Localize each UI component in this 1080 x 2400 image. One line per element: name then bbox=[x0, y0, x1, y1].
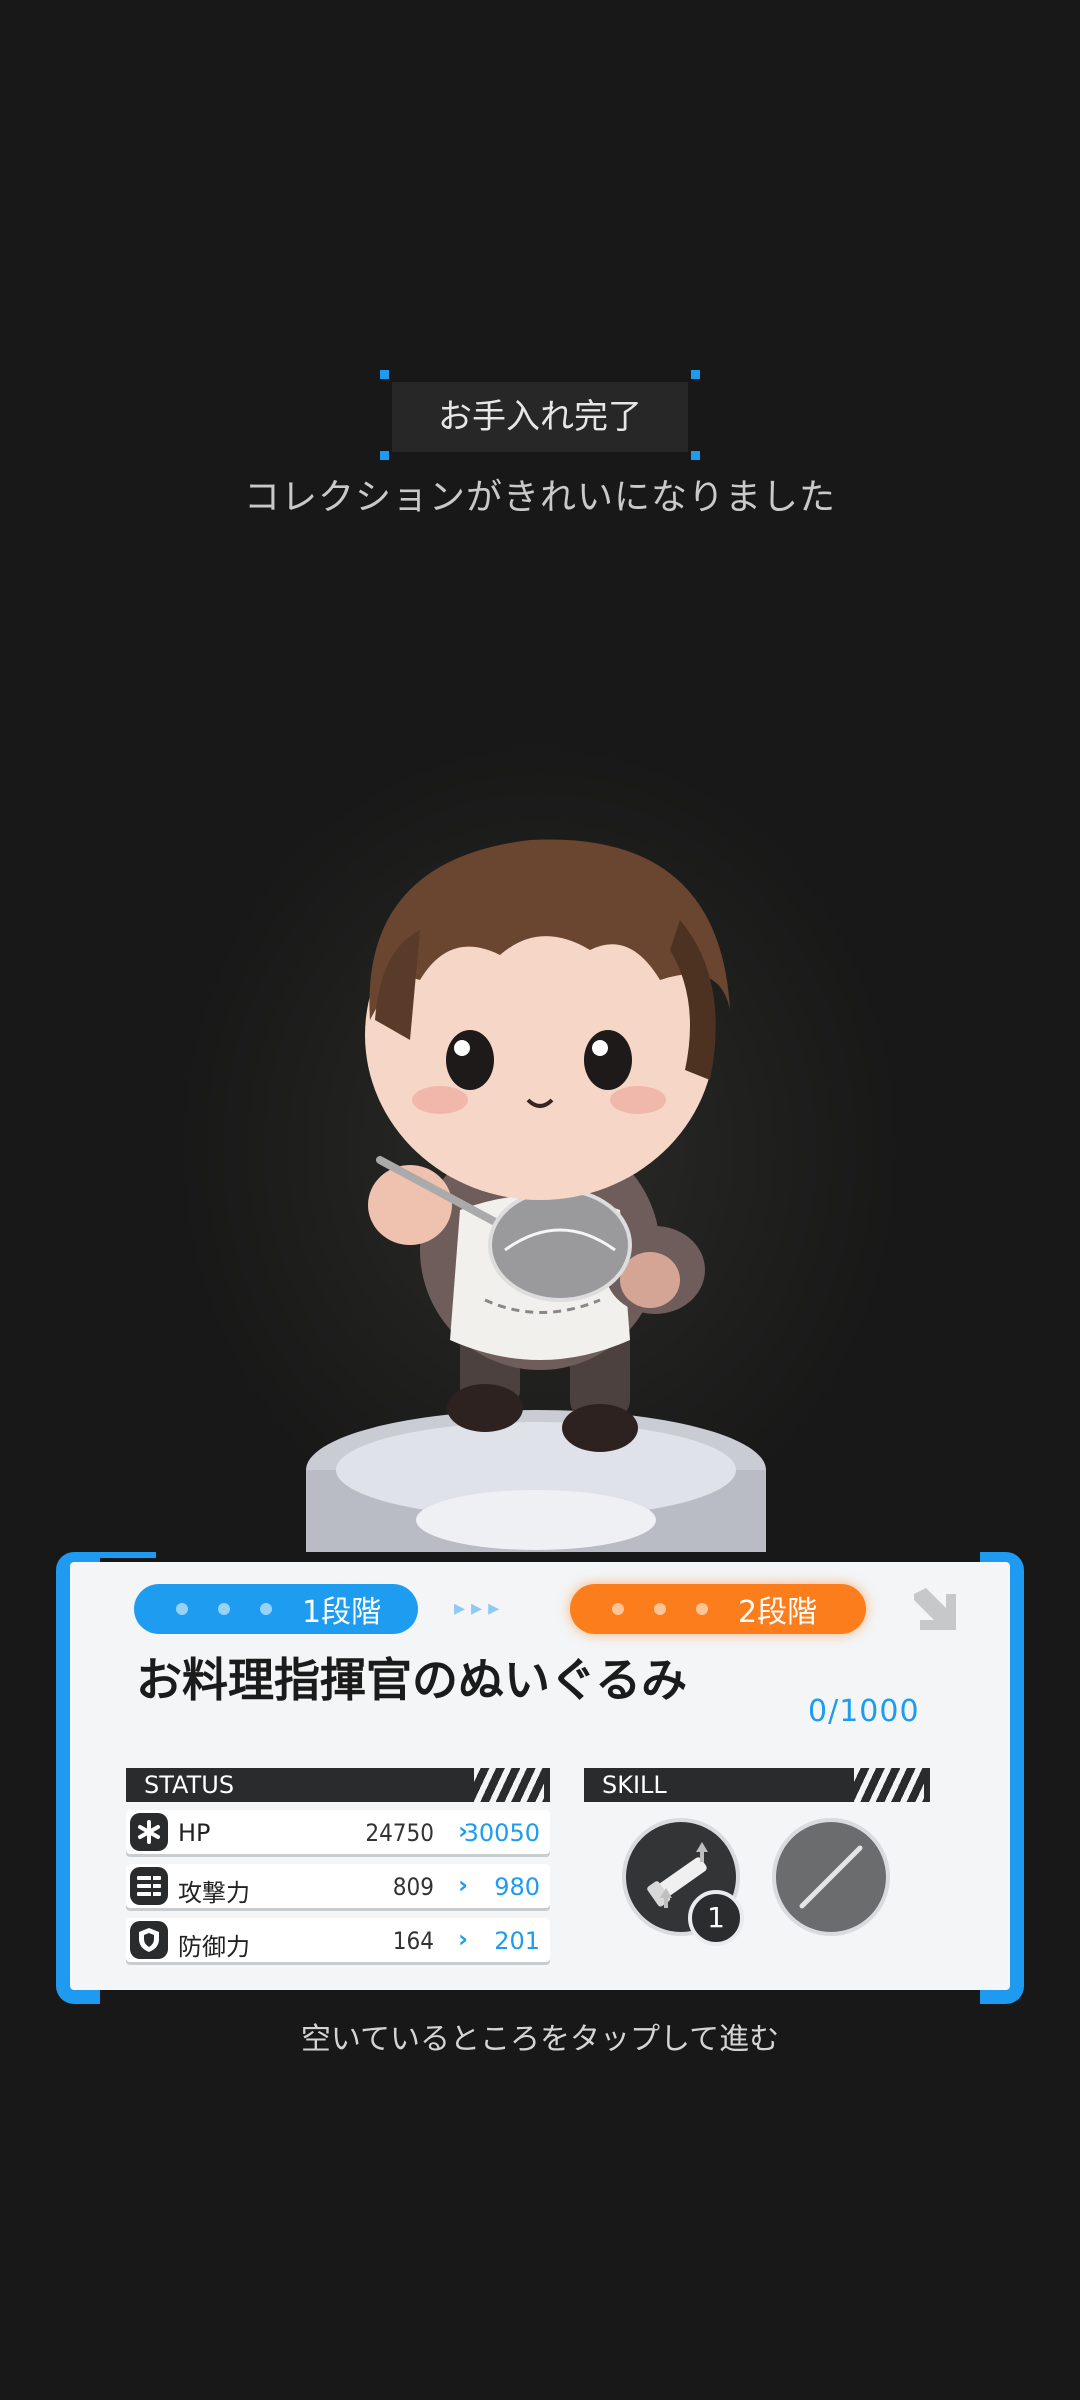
asterisk-icon bbox=[130, 1813, 168, 1851]
stage-dot bbox=[218, 1603, 230, 1615]
chevron-right-icon: › bbox=[458, 1871, 468, 1899]
stage-dot bbox=[612, 1603, 624, 1615]
header-title: お手入れ完了 bbox=[438, 397, 642, 437]
list-icon bbox=[130, 1867, 168, 1905]
stage-dot bbox=[654, 1603, 666, 1615]
stat-row-hp: HP 24750 › 30050 bbox=[126, 1810, 550, 1854]
header-stripes-decoration bbox=[854, 1768, 924, 1802]
stage-next-pill: 2段階 bbox=[570, 1584, 866, 1634]
stage-next-label: 2段階 bbox=[738, 1595, 818, 1630]
stat-old-value: 164 bbox=[392, 1927, 434, 1955]
empty-slot-slash-icon bbox=[799, 1845, 863, 1909]
skill-header-label: SKILL bbox=[602, 1771, 667, 1799]
tap-to-continue-hint[interactable]: 空いているところをタップして進む bbox=[0, 2014, 1080, 2058]
bracket-corner-tr bbox=[691, 370, 700, 379]
bracket-corner-bl bbox=[380, 451, 389, 460]
skill-level-badge: 1 bbox=[688, 1890, 744, 1946]
stat-new-value: 980 bbox=[494, 1873, 540, 1901]
card-tab-decoration bbox=[96, 1552, 156, 1558]
header-subtitle: コレクションがきれいになりました bbox=[243, 477, 836, 518]
diagonal-arrow-icon bbox=[906, 1580, 962, 1636]
stage-dot bbox=[176, 1603, 188, 1615]
bracket-corner-br bbox=[691, 451, 700, 460]
stat-old-value: 809 bbox=[392, 1873, 434, 1901]
plush-figure-image bbox=[300, 780, 780, 1580]
stage-dot bbox=[696, 1603, 708, 1615]
stage-progress-arrows-icon: ▸▸▸ bbox=[454, 1596, 506, 1621]
stage-current-dots bbox=[176, 1603, 272, 1615]
stage-current-pill: 1段階 bbox=[134, 1584, 418, 1634]
stat-old-value: 24750 bbox=[365, 1819, 434, 1847]
character-name: お料理指揮官のぬいぐるみ bbox=[136, 1653, 688, 1707]
stage-current-label: 1段階 bbox=[302, 1595, 382, 1630]
status-header: STATUS bbox=[126, 1768, 550, 1802]
status-header-label: STATUS bbox=[144, 1771, 235, 1799]
enhancement-progress: 0/1000 bbox=[808, 1694, 920, 1729]
skill-slot-2-empty[interactable] bbox=[772, 1818, 890, 1936]
stat-label: 攻撃力 bbox=[178, 1879, 250, 1907]
stage-dot bbox=[260, 1603, 272, 1615]
stat-label: 防御力 bbox=[178, 1933, 250, 1961]
stat-label: HP bbox=[178, 1819, 211, 1847]
stat-new-value: 201 bbox=[494, 1927, 540, 1955]
bracket-corner-tl bbox=[380, 370, 389, 379]
shield-icon bbox=[130, 1921, 168, 1959]
stat-row-defense: 防御力 164 › 201 bbox=[126, 1918, 550, 1962]
header-stripes-decoration bbox=[474, 1768, 544, 1802]
skill-header: SKILL bbox=[584, 1768, 930, 1802]
chevron-right-icon: › bbox=[458, 1925, 468, 1953]
stat-new-value: 30050 bbox=[463, 1819, 540, 1847]
stat-row-attack: 攻撃力 809 › 980 bbox=[126, 1864, 550, 1908]
stage-next-dots bbox=[612, 1603, 708, 1615]
